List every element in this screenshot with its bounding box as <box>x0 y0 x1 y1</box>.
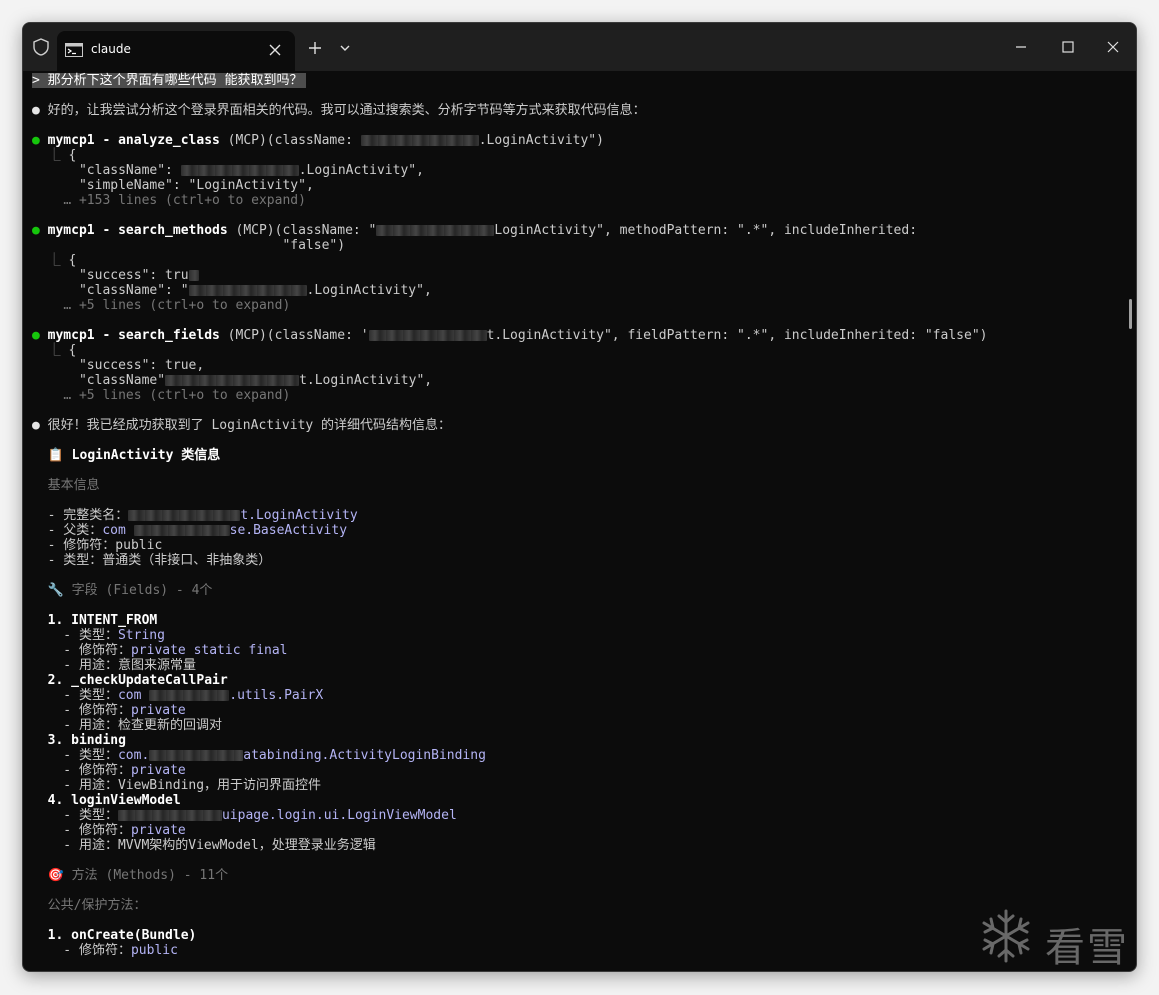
tool-call-search-fields: ● mymcp1 - search_fields (MCP)(className… <box>32 328 988 343</box>
expand-hint[interactable]: … +5 lines (ctrl+o to expand) <box>32 388 290 403</box>
plus-icon[interactable] <box>303 37 327 59</box>
terminal-icon <box>65 43 83 57</box>
tool-output-line: "className": " .LoginActivity", <box>78 283 432 298</box>
tool-output-line: ⎿ { <box>47 343 77 358</box>
scrollbar-thumb[interactable] <box>1129 299 1132 329</box>
method-modifier: - 修饰符：public <box>47 943 178 958</box>
field-type: - 类型： uipage.login.ui.LoginViewModel <box>47 808 457 823</box>
tool-output-line: "className" t.LoginActivity", <box>78 373 433 388</box>
tool-call-args-continued: "false") <box>282 238 346 253</box>
field-name: 1. INTENT_FROM <box>47 613 158 628</box>
field-name: 4. loginViewModel <box>47 793 181 808</box>
expand-hint[interactable]: … +153 lines (ctrl+o to expand) <box>32 193 306 208</box>
field-usage: - 用途：检查更新的回调对 <box>47 718 222 733</box>
field-usage: - 用途：意图来源常量 <box>47 658 196 673</box>
fields-heading: 🔧 字段 (Fields) - 4个 <box>47 583 213 598</box>
expand-hint[interactable]: … +5 lines (ctrl+o to expand) <box>32 298 290 313</box>
tool-output-line: "className": .LoginActivity", <box>78 163 424 178</box>
watermark: 看雪 <box>975 903 1135 971</box>
field-type: - 类型：com. atabinding.ActivityLoginBinding <box>47 748 486 763</box>
assistant-intro: ● 好的，让我尝试分析这个登录界面相关的代码。我可以通过搜索类、分析字节码等方式… <box>32 103 646 118</box>
public-methods-heading: 公共/保护方法： <box>47 898 147 913</box>
terminal-output[interactable]: > 那分析下这个界面有哪些代码 能获取到吗？ ● 好的，让我尝试分析这个登录界面… <box>23 71 1136 971</box>
close-window-icon[interactable] <box>1101 35 1125 59</box>
shield-icon[interactable] <box>31 37 51 57</box>
tool-output-line: ⎿ { <box>47 148 77 163</box>
basic-parent: - 父类：com se.BaseActivity <box>47 523 348 538</box>
field-usage: - 用途：MVVM架构的ViewModel，处理登录业务逻辑 <box>47 838 376 853</box>
tool-call-search-methods: ● mymcp1 - search_methods (MCP)(classNam… <box>32 223 918 238</box>
close-icon[interactable] <box>263 39 287 61</box>
basic-type: - 类型：普通类（非接口、非抽象类） <box>47 553 272 568</box>
tab-title: claude <box>91 42 131 56</box>
field-modifier: - 修饰符：private <box>47 763 186 778</box>
terminal-window: claude > 那分析下这个界面有哪些代码 能获取到吗？ ● 好的，让我尝试分… <box>22 22 1137 972</box>
field-modifier: - 修饰符：private <box>47 703 186 718</box>
field-modifier: - 修饰符：private <box>47 823 186 838</box>
class-info-heading: 📋 LoginActivity 类信息 <box>47 448 221 463</box>
assistant-summary: ● 很好！我已经成功获取到了 LoginActivity 的详细代码结构信息： <box>32 418 452 433</box>
tool-output-line: "success": tru <box>32 268 199 283</box>
field-name: 2. _checkUpdateCallPair <box>47 673 228 688</box>
method-name: 1. onCreate(Bundle) <box>47 928 197 943</box>
tool-output-line: ⎿ { <box>47 253 77 268</box>
maximize-icon[interactable] <box>1056 35 1080 59</box>
basic-fullname: - 完整类名： t.LoginActivity <box>47 508 358 523</box>
field-type: - 类型：String <box>47 628 165 643</box>
chevron-down-icon[interactable] <box>333 37 357 59</box>
user-prompt: > 那分析下这个界面有哪些代码 能获取到吗？ <box>32 73 307 88</box>
tool-output-line: "simpleName": "LoginActivity", <box>78 178 314 193</box>
minimize-icon[interactable] <box>1009 35 1033 59</box>
tool-call-analyze-class: ● mymcp1 - analyze_class (MCP)(className… <box>32 133 604 148</box>
basic-info-heading: 基本信息 <box>47 478 100 493</box>
tool-output-line: "success": true, <box>78 358 205 373</box>
field-type: - 类型：com .utils.PairX <box>47 688 324 703</box>
title-bar: claude <box>23 23 1136 71</box>
field-name: 3. binding <box>47 733 126 748</box>
basic-modifier: - 修饰符：public <box>47 538 163 553</box>
field-usage: - 用途：ViewBinding，用于访问界面控件 <box>47 778 322 793</box>
tab-claude[interactable]: claude <box>57 31 295 71</box>
field-modifier: - 修饰符：private static final <box>47 643 288 658</box>
snowflake-icon <box>982 909 1030 963</box>
methods-heading: 🎯 方法 (Methods) - 11个 <box>47 868 229 883</box>
